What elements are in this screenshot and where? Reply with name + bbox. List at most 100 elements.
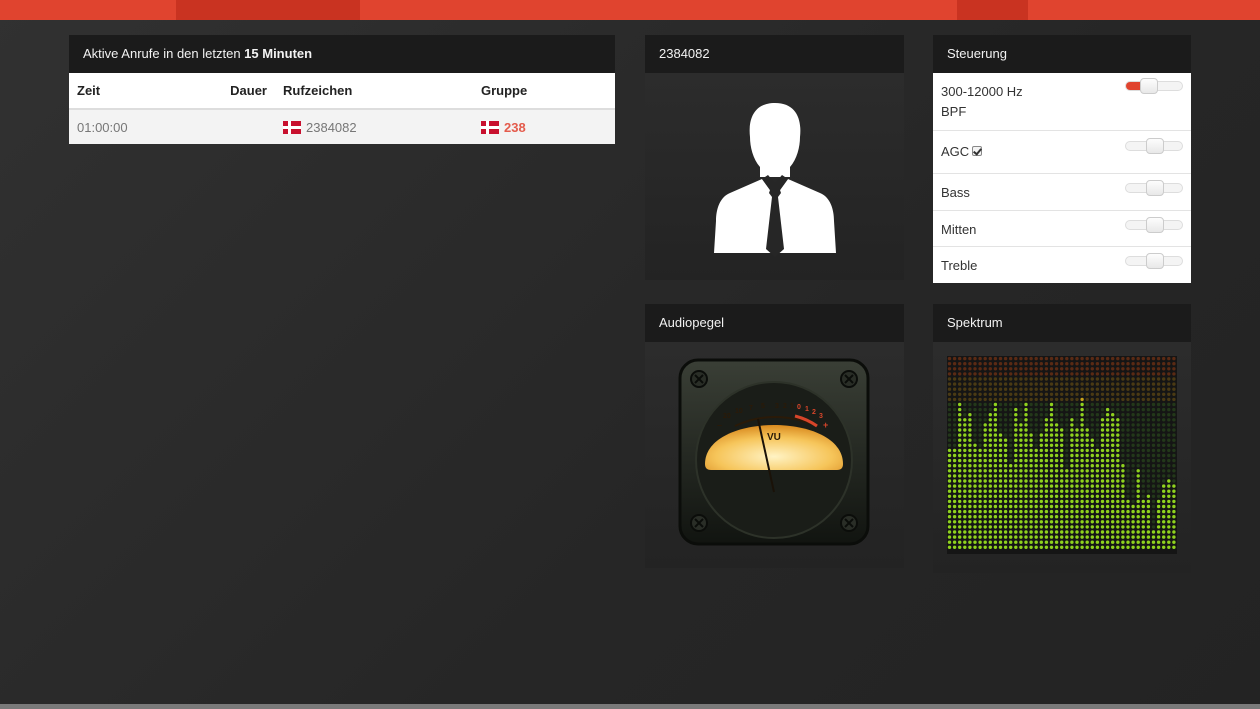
spectrum-led <box>1151 494 1156 498</box>
spectrum-led <box>1029 525 1033 529</box>
spectrum-led <box>983 540 987 544</box>
spectrum-led <box>998 443 1003 447</box>
cell-gruppe[interactable]: 238 <box>473 109 615 144</box>
mitten-slider-handle[interactable] <box>1146 217 1164 233</box>
spectrum-led <box>978 489 982 493</box>
spectrum-led <box>998 464 1003 468</box>
mitten-slider[interactable] <box>1125 217 1183 233</box>
spectrum-led <box>1019 448 1023 453</box>
spectrum-led <box>1054 464 1059 468</box>
column-dauer[interactable]: Dauer <box>219 73 275 110</box>
spectrum-led <box>1172 382 1176 386</box>
spectrum-led <box>1156 464 1161 468</box>
spectrum-led <box>1105 382 1110 386</box>
agc-row: AGC <box>933 131 1191 174</box>
spectrum-led <box>1095 458 1100 463</box>
spectrum-led <box>1060 372 1064 376</box>
spectrum-led <box>1100 407 1105 412</box>
spectrum-led <box>1162 525 1166 529</box>
spectrum-led <box>1146 392 1151 396</box>
spectrum-led <box>978 499 982 504</box>
spectrum-led <box>1105 392 1110 396</box>
spectrum-led <box>1146 356 1151 361</box>
spectrum-led <box>1116 458 1120 463</box>
spectrum-led <box>1019 464 1023 468</box>
spectrum-led <box>1003 367 1008 371</box>
bpf-slider[interactable] <box>1125 78 1183 94</box>
spectrum-led <box>983 443 987 447</box>
vu-scale-label: 0 <box>797 404 801 411</box>
spectrum-led <box>1080 520 1084 524</box>
spectrum-led <box>1054 520 1059 524</box>
spectrum-led <box>1095 392 1100 396</box>
top-bar-segment <box>957 0 1028 20</box>
spectrum-led <box>958 418 962 422</box>
spectrum-led <box>1116 520 1120 524</box>
spectrum-led <box>1054 443 1059 447</box>
spectrum-led <box>1095 377 1100 381</box>
spectrum-led <box>1095 484 1100 488</box>
spectrum-led <box>958 453 962 458</box>
vu-label: VU <box>767 432 781 443</box>
spectrum-led <box>1049 387 1054 391</box>
spectrum-led <box>1009 515 1013 519</box>
column-zeit[interactable]: Zeit <box>69 73 219 110</box>
spectrum-led <box>1034 387 1038 391</box>
bass-slider[interactable] <box>1125 180 1183 196</box>
spectrum-led <box>1126 418 1130 422</box>
bass-slider-handle[interactable] <box>1146 180 1164 196</box>
spectrum-led <box>947 433 952 437</box>
table-row[interactable]: 01:00:00 2384082 238 <box>69 109 615 144</box>
spectrum-led <box>963 448 967 453</box>
treble-slider[interactable] <box>1125 253 1183 269</box>
spectrum-led <box>1172 407 1176 412</box>
spectrum-led <box>1044 530 1049 534</box>
spectrum-led <box>968 520 972 524</box>
spectrum-led <box>1136 479 1140 483</box>
spectrum-led <box>973 540 977 544</box>
spectrum-led <box>1003 356 1008 361</box>
spectrum-led <box>1054 438 1059 442</box>
spectrum-led <box>1044 509 1049 514</box>
spectrum-led <box>958 367 962 371</box>
spectrum-led <box>998 453 1003 458</box>
spectrum-led <box>983 458 987 463</box>
spectrum-led <box>978 453 982 458</box>
spectrum-led <box>1034 469 1038 473</box>
treble-slider-handle[interactable] <box>1146 253 1164 269</box>
spectrum-led <box>1034 525 1038 529</box>
spectrum-led <box>1049 418 1054 422</box>
spectrum-led <box>1116 479 1120 483</box>
spectrum-led <box>1065 525 1069 529</box>
spectrum-led <box>1095 474 1100 478</box>
spectrum-led <box>983 356 987 361</box>
spectrum-led <box>1065 362 1069 366</box>
spectrum-led <box>1136 499 1140 504</box>
column-rufzeichen[interactable]: Rufzeichen <box>275 73 473 110</box>
spectrum-led <box>1070 392 1074 396</box>
spectrum-led <box>1146 525 1151 529</box>
spectrum-led <box>1151 382 1156 386</box>
spectrum-led <box>1029 520 1033 524</box>
spectrum-led <box>1146 458 1151 463</box>
spectrum-led <box>1029 469 1033 473</box>
column-gruppe[interactable]: Gruppe <box>473 73 615 110</box>
cell-rufzeichen[interactable]: 2384082 <box>275 109 473 144</box>
spectrum-led <box>1146 377 1151 381</box>
spectrum-led <box>1100 402 1105 407</box>
spectrum-led <box>983 418 987 422</box>
spectrum-led <box>1131 509 1135 514</box>
agc-slider-handle[interactable] <box>1146 138 1164 154</box>
agc-checkbox[interactable] <box>972 146 983 156</box>
spectrum-led <box>963 423 967 427</box>
spectrum-led <box>968 545 972 549</box>
spectrum-led <box>1085 474 1089 478</box>
spectrum-led <box>1121 448 1125 453</box>
spectrum-led <box>1075 423 1079 427</box>
spectrum-led <box>1156 397 1161 402</box>
spectrum-led <box>1075 469 1079 473</box>
agc-slider[interactable] <box>1125 138 1183 154</box>
bpf-slider-handle[interactable] <box>1140 78 1158 94</box>
spectrum-led <box>952 535 957 539</box>
spectrum-led <box>1075 535 1079 539</box>
